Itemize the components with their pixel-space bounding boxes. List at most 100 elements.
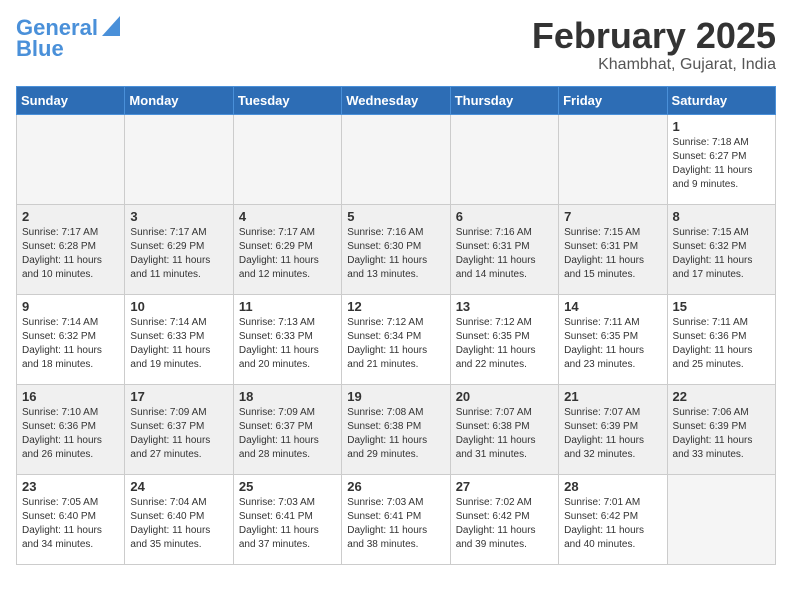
calendar-day-cell: 2 Sunrise: 7:17 AM Sunset: 6:28 PM Daylig… (17, 204, 125, 294)
calendar-week-row: 9 Sunrise: 7:14 AM Sunset: 6:32 PM Daylig… (17, 294, 776, 384)
calendar-day-cell: 21Sunrise: 7:07 AM Sunset: 6:39 PM Dayli… (559, 384, 667, 474)
calendar-day-cell (559, 114, 667, 204)
day-info: Sunrise: 7:14 AM Sunset: 6:33 PM Dayligh… (130, 316, 227, 372)
day-info: Sunrise: 7:15 AM Sunset: 6:32 PM Dayligh… (673, 226, 770, 282)
day-of-week-saturday: Saturday (667, 86, 775, 114)
day-number: 3 (130, 209, 227, 224)
calendar-day-cell: 13 Sunrise: 7:12 AM Sunset: 6:35 PM Dayli… (450, 294, 558, 384)
calendar-day-cell: 26 Sunrise: 7:03 AM Sunset: 6:41 PM Dayli… (342, 474, 450, 564)
day-info: Sunrise: 7:04 AM Sunset: 6:40 PM Dayligh… (130, 496, 227, 552)
calendar-day-cell: 1 Sunrise: 7:18 AM Sunset: 6:27 PM Daylig… (667, 114, 775, 204)
day-info: Sunrise: 7:09 AM Sunset: 6:37 PM Dayligh… (239, 406, 336, 462)
day-number: 27 (456, 479, 553, 494)
calendar-day-cell: 19 Sunrise: 7:08 AM Sunset: 6:38 PM Dayli… (342, 384, 450, 474)
calendar-day-cell (233, 114, 341, 204)
day-info: Sunrise: 7:12 AM Sunset: 6:35 PM Dayligh… (456, 316, 553, 372)
day-info: Sunrise: 7:08 AM Sunset: 6:38 PM Dayligh… (347, 406, 444, 462)
day-number: 9 (22, 299, 119, 314)
calendar-day-cell: 11 Sunrise: 7:13 AM Sunset: 6:33 PM Dayli… (233, 294, 341, 384)
day-number: 19 (347, 389, 444, 404)
day-info: Sunrise: 7:11 AM Sunset: 6:36 PM Dayligh… (673, 316, 770, 372)
calendar-day-cell: 12Sunrise: 7:12 AM Sunset: 6:34 PM Dayli… (342, 294, 450, 384)
day-number: 28 (564, 479, 661, 494)
day-number: 4 (239, 209, 336, 224)
day-info: Sunrise: 7:16 AM Sunset: 6:31 PM Dayligh… (456, 226, 553, 282)
page-header: General Blue February 2025 Khambhat, Guj… (16, 16, 776, 74)
calendar-week-row: 16 Sunrise: 7:10 AM Sunset: 6:36 PM Dayli… (17, 384, 776, 474)
day-of-week-tuesday: Tuesday (233, 86, 341, 114)
day-info: Sunrise: 7:17 AM Sunset: 6:28 PM Dayligh… (22, 226, 119, 282)
calendar-day-cell: 6 Sunrise: 7:16 AM Sunset: 6:31 PM Daylig… (450, 204, 558, 294)
day-info: Sunrise: 7:06 AM Sunset: 6:39 PM Dayligh… (673, 406, 770, 462)
calendar-title: February 2025 (532, 16, 776, 56)
calendar-day-cell: 22 Sunrise: 7:06 AM Sunset: 6:39 PM Dayli… (667, 384, 775, 474)
day-of-week-friday: Friday (559, 86, 667, 114)
logo: General Blue (16, 16, 120, 61)
day-info: Sunrise: 7:13 AM Sunset: 6:33 PM Dayligh… (239, 316, 336, 372)
day-number: 5 (347, 209, 444, 224)
calendar-day-cell: 8 Sunrise: 7:15 AM Sunset: 6:32 PM Daylig… (667, 204, 775, 294)
calendar-day-cell: 17 Sunrise: 7:09 AM Sunset: 6:37 PM Dayli… (125, 384, 233, 474)
day-number: 12 (347, 299, 444, 314)
day-number: 13 (456, 299, 553, 314)
calendar-day-cell: 3 Sunrise: 7:17 AM Sunset: 6:29 PM Daylig… (125, 204, 233, 294)
day-number: 15 (673, 299, 770, 314)
calendar-day-cell: 25Sunrise: 7:03 AM Sunset: 6:41 PM Dayli… (233, 474, 341, 564)
day-of-week-thursday: Thursday (450, 86, 558, 114)
day-info: Sunrise: 7:07 AM Sunset: 6:38 PM Dayligh… (456, 406, 553, 462)
day-info: Sunrise: 7:03 AM Sunset: 6:41 PM Dayligh… (347, 496, 444, 552)
calendar-day-cell: 15 Sunrise: 7:11 AM Sunset: 6:36 PM Dayli… (667, 294, 775, 384)
day-info: Sunrise: 7:14 AM Sunset: 6:32 PM Dayligh… (22, 316, 119, 372)
day-info: Sunrise: 7:17 AM Sunset: 6:29 PM Dayligh… (239, 226, 336, 282)
day-number: 16 (22, 389, 119, 404)
day-number: 22 (673, 389, 770, 404)
calendar-day-cell: 7 Sunrise: 7:15 AM Sunset: 6:31 PM Daylig… (559, 204, 667, 294)
calendar-day-cell (125, 114, 233, 204)
day-number: 1 (673, 119, 770, 134)
day-number: 26 (347, 479, 444, 494)
day-number: 17 (130, 389, 227, 404)
calendar-day-cell: 4 Sunrise: 7:17 AM Sunset: 6:29 PM Daylig… (233, 204, 341, 294)
day-info: Sunrise: 7:11 AM Sunset: 6:35 PM Dayligh… (564, 316, 661, 372)
title-block: February 2025 Khambhat, Gujarat, India (532, 16, 776, 74)
calendar-week-row: 2 Sunrise: 7:17 AM Sunset: 6:28 PM Daylig… (17, 204, 776, 294)
day-number: 25 (239, 479, 336, 494)
calendar-day-cell: 9 Sunrise: 7:14 AM Sunset: 6:32 PM Daylig… (17, 294, 125, 384)
calendar-day-cell (17, 114, 125, 204)
calendar-header-row: SundayMondayTuesdayWednesdayThursdayFrid… (17, 86, 776, 114)
day-number: 10 (130, 299, 227, 314)
day-number: 23 (22, 479, 119, 494)
day-number: 24 (130, 479, 227, 494)
calendar-week-row: 23 Sunrise: 7:05 AM Sunset: 6:40 PM Dayli… (17, 474, 776, 564)
day-number: 11 (239, 299, 336, 314)
calendar-day-cell: 23 Sunrise: 7:05 AM Sunset: 6:40 PM Dayli… (17, 474, 125, 564)
day-info: Sunrise: 7:05 AM Sunset: 6:40 PM Dayligh… (22, 496, 119, 552)
day-info: Sunrise: 7:10 AM Sunset: 6:36 PM Dayligh… (22, 406, 119, 462)
day-number: 8 (673, 209, 770, 224)
calendar-day-cell: 5 Sunrise: 7:16 AM Sunset: 6:30 PM Daylig… (342, 204, 450, 294)
day-of-week-wednesday: Wednesday (342, 86, 450, 114)
calendar-week-row: 1 Sunrise: 7:18 AM Sunset: 6:27 PM Daylig… (17, 114, 776, 204)
calendar-day-cell (450, 114, 558, 204)
calendar-day-cell (667, 474, 775, 564)
calendar-day-cell: 14 Sunrise: 7:11 AM Sunset: 6:35 PM Dayli… (559, 294, 667, 384)
day-info: Sunrise: 7:18 AM Sunset: 6:27 PM Dayligh… (673, 136, 770, 192)
day-info: Sunrise: 7:17 AM Sunset: 6:29 PM Dayligh… (130, 226, 227, 282)
calendar-table: SundayMondayTuesdayWednesdayThursdayFrid… (16, 86, 776, 565)
logo-icon (102, 16, 120, 36)
day-info: Sunrise: 7:15 AM Sunset: 6:31 PM Dayligh… (564, 226, 661, 282)
calendar-day-cell: 18 Sunrise: 7:09 AM Sunset: 6:37 PM Dayli… (233, 384, 341, 474)
day-number: 7 (564, 209, 661, 224)
day-of-week-monday: Monday (125, 86, 233, 114)
day-number: 18 (239, 389, 336, 404)
calendar-day-cell: 10 Sunrise: 7:14 AM Sunset: 6:33 PM Dayli… (125, 294, 233, 384)
calendar-day-cell (342, 114, 450, 204)
calendar-day-cell: 27Sunrise: 7:02 AM Sunset: 6:42 PM Dayli… (450, 474, 558, 564)
day-number: 6 (456, 209, 553, 224)
day-number: 2 (22, 209, 119, 224)
day-of-week-sunday: Sunday (17, 86, 125, 114)
day-info: Sunrise: 7:16 AM Sunset: 6:30 PM Dayligh… (347, 226, 444, 282)
day-number: 14 (564, 299, 661, 314)
calendar-day-cell: 20Sunrise: 7:07 AM Sunset: 6:38 PM Dayli… (450, 384, 558, 474)
day-info: Sunrise: 7:09 AM Sunset: 6:37 PM Dayligh… (130, 406, 227, 462)
